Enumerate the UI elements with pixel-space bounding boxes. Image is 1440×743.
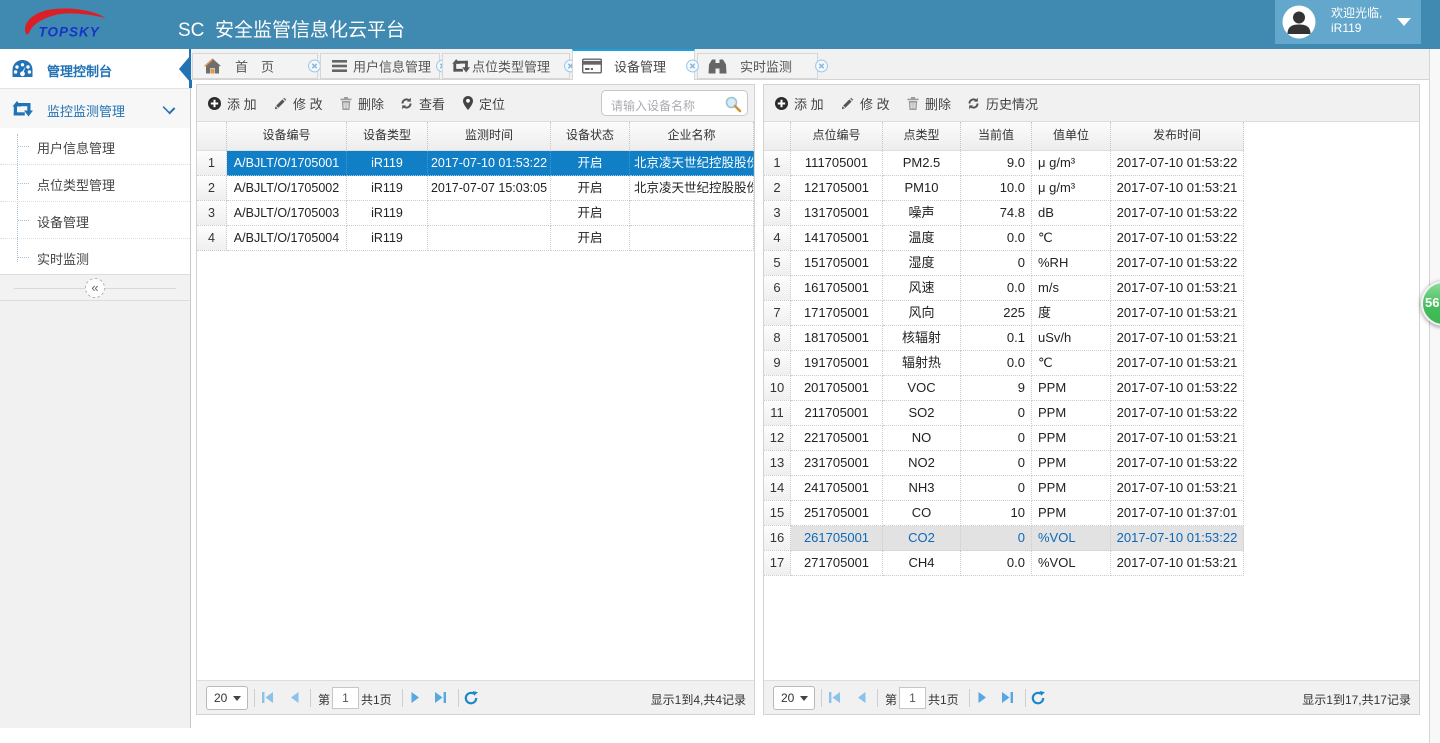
- svg-text:TOPSKY: TOPSKY: [39, 25, 101, 40]
